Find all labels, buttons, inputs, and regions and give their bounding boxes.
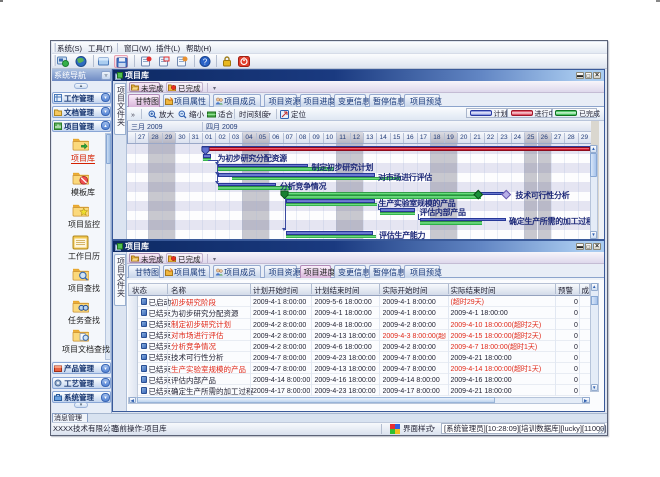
svg-text:?: ?	[203, 58, 208, 67]
